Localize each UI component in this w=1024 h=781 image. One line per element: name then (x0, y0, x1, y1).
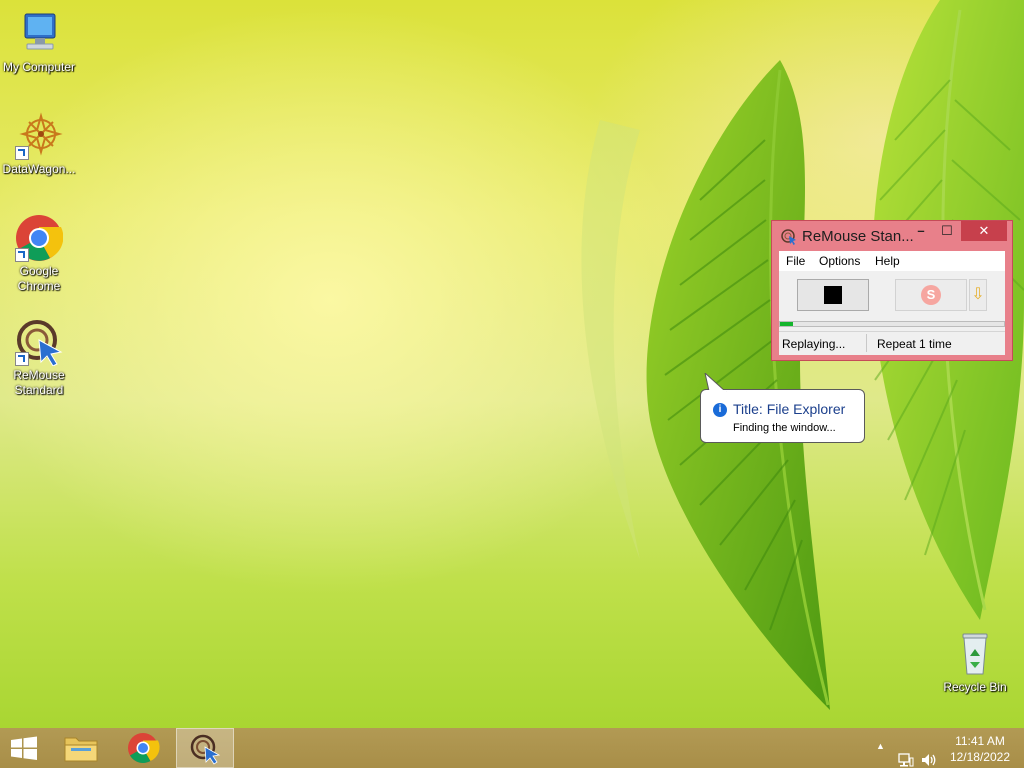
balloon-message: Finding the window... (733, 422, 836, 434)
close-button[interactable]: ✕ (961, 221, 1007, 241)
replay-progress-bar (779, 321, 1005, 327)
status-repeat: Repeat 1 time (877, 337, 952, 351)
desktop-icon-label: Google Chrome (17, 264, 61, 293)
show-hidden-icons-button[interactable]: ▲ (876, 741, 885, 781)
shortcut-arrow-icon (15, 352, 29, 366)
clock-time: 11:41 AM (955, 734, 1005, 748)
remouse-app-icon (781, 229, 797, 245)
network-icon[interactable] (898, 740, 914, 780)
balloon-tail (704, 373, 727, 393)
shortcut-arrow-icon (15, 248, 29, 262)
status-separator (866, 334, 867, 352)
desktop-icon-label: DataWagon... (2, 162, 76, 176)
taskbar-google-chrome[interactable] (118, 728, 168, 768)
desktop: My Computer DataWagon... Google Chrome R… (0, 0, 1024, 728)
shortcut-arrow-icon (15, 146, 29, 160)
remouse-icon (15, 318, 63, 367)
minimize-button[interactable]: – (908, 221, 934, 241)
taskbar-file-explorer[interactable] (56, 728, 106, 768)
balloon-tooltip: i Title: File Explorer Finding the windo… (700, 373, 865, 443)
menu-options[interactable]: Options (819, 254, 860, 268)
datawagon-icon (15, 112, 63, 160)
recycle-bin-icon (951, 630, 999, 678)
remouse-icon (190, 734, 221, 765)
record-icon: S (921, 285, 941, 305)
window-client-area: File Options Help S ⇩ Replaying... Repea… (779, 251, 1005, 355)
status-bar: Replaying... Repeat 1 time (779, 331, 1005, 356)
balloon-title: Title: File Explorer (733, 401, 846, 417)
taskbar-clock[interactable]: 11:41 AM 12/18/2022 (950, 733, 1010, 765)
menu-bar: File Options Help (779, 251, 1005, 271)
desktop-icon-label: ReMouse Standard (13, 368, 65, 397)
menu-file[interactable]: File (786, 254, 805, 268)
download-arrow-icon: ⇩ (971, 286, 985, 303)
stop-button[interactable] (797, 279, 869, 311)
desktop-icon-recycle-bin[interactable]: Recycle Bin (936, 630, 1014, 695)
taskbar-remouse[interactable] (176, 728, 234, 768)
windows-logo-icon (11, 736, 37, 760)
clock-date: 12/18/2022 (949, 750, 1010, 764)
volume-icon[interactable] (920, 740, 938, 780)
desktop-icon-label: My Computer (2, 60, 76, 74)
record-dropdown-button[interactable]: ⇩ (969, 279, 987, 311)
menu-help[interactable]: Help (875, 254, 900, 268)
desktop-icon-label: Recycle Bin (943, 680, 1007, 694)
taskbar: ▲ 11:41 AM 12/18/2022 (0, 728, 1024, 768)
start-button[interactable] (0, 728, 48, 768)
chrome-icon (15, 214, 64, 262)
status-replaying: Replaying... (782, 337, 846, 351)
record-button[interactable]: S (895, 279, 967, 311)
window-title: ReMouse Stan... (802, 228, 914, 245)
wallpaper-leaves (581, 0, 1024, 710)
desktop-icon-google-chrome[interactable]: Google Chrome (0, 214, 78, 294)
computer-icon (15, 10, 63, 58)
stop-icon (824, 286, 842, 304)
folder-icon (64, 737, 98, 762)
remouse-window: ReMouse Stan... – ☐ ✕ File Options Help … (771, 220, 1013, 361)
progress-fill (780, 322, 794, 326)
chrome-icon (128, 733, 160, 764)
maximize-button[interactable]: ☐ (934, 221, 960, 241)
desktop-icon-my-computer[interactable]: My Computer (0, 10, 78, 75)
desktop-icon-datawagon[interactable]: DataWagon... (0, 112, 78, 177)
desktop-icon-remouse[interactable]: ReMouse Standard (0, 318, 78, 398)
info-icon: i (713, 403, 727, 417)
